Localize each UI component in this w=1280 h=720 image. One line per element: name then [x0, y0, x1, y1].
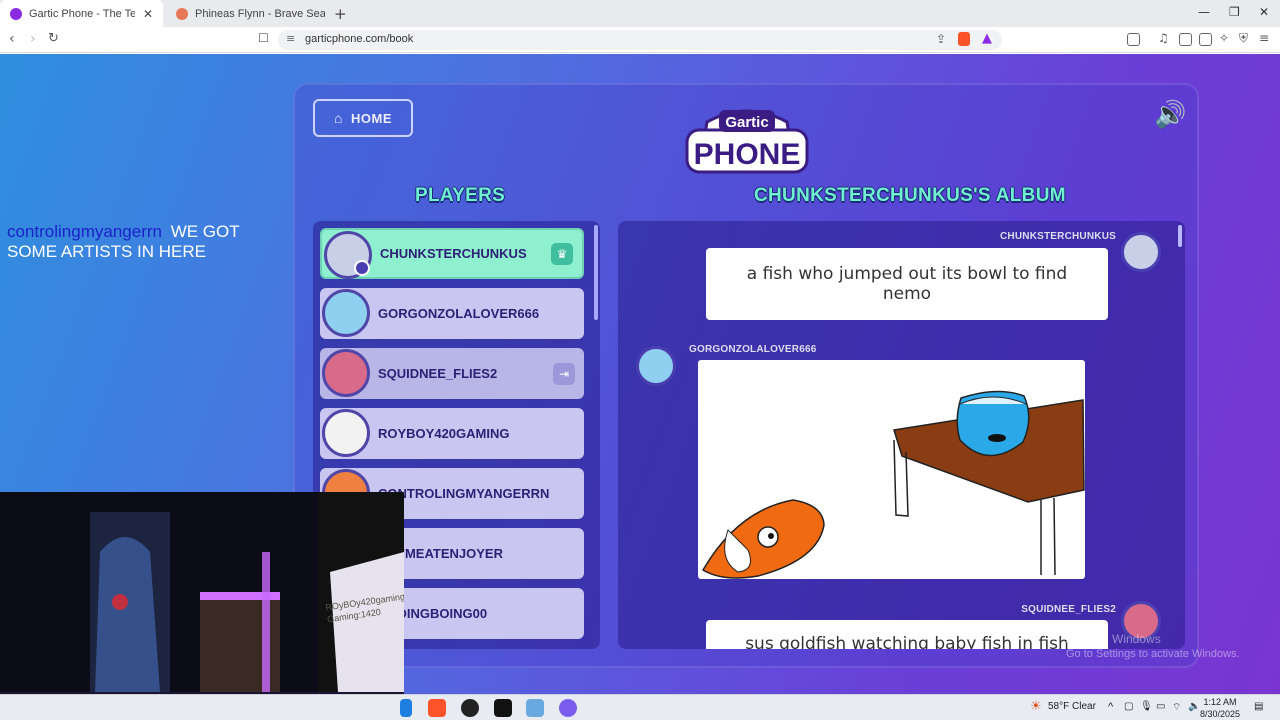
exit-icon: ⇥ [553, 362, 575, 385]
wallet-icon[interactable] [1199, 33, 1212, 46]
logo-bottom-text: PHONE [694, 138, 801, 171]
menu-icon[interactable]: ≡ [1259, 31, 1269, 45]
media-icon[interactable]: ♫ [1158, 31, 1169, 45]
player-row[interactable]: GORGONZOLALOVER666 [320, 288, 584, 339]
monster-avatar [636, 346, 676, 386]
site-settings-icon[interactable]: ≡ [286, 32, 295, 45]
obs-icon[interactable] [461, 699, 479, 717]
vpn-icon[interactable]: ⛨ [1239, 31, 1248, 46]
tab-bar: Gartic Phone - The Telephone Game ✕ Phin… [0, 0, 1280, 27]
minimize-icon[interactable]: — [1198, 5, 1210, 19]
network-icon[interactable]: ▢ [1124, 701, 1133, 712]
brave-rewards-icon[interactable]: ▲ [982, 31, 992, 46]
tab-brave-search[interactable]: Phineas Flynn - Brave Search [166, 0, 326, 27]
weather-icon: ☀ [1030, 698, 1042, 713]
tab-gartic-phone[interactable]: Gartic Phone - The Telephone Game ✕ [0, 0, 163, 27]
share-icon[interactable]: ⇪ [936, 32, 946, 46]
restore-icon[interactable]: ❐ [1229, 5, 1240, 19]
drawing-canvas [701, 390, 1085, 579]
weather-desc[interactable]: Clear [1072, 701, 1096, 712]
brave-shields-icon[interactable] [958, 32, 970, 46]
brave-favicon-icon [176, 7, 188, 20]
players-scrollbar[interactable] [594, 225, 598, 320]
windows-taskbar: ☀ 58°F Clear ^ ▢ 🎙 ▭ ⌔ 🔈 1:12 AM 8/30/20… [0, 694, 1280, 720]
sidebar-toggle-icon[interactable] [1127, 33, 1140, 46]
album-author: SQUIDNEE_FLIES2 [1021, 604, 1116, 615]
edge-icon[interactable] [400, 699, 412, 717]
speaker-icon[interactable]: 🔈 [1188, 701, 1200, 712]
files-icon[interactable] [526, 699, 544, 717]
album-heading: CHUNKSTERCHUNKUS'S ALBUM [754, 185, 1066, 206]
home-label: HOME [350, 110, 392, 126]
display-icon[interactable]: ▭ [1156, 701, 1165, 712]
logo-top-text: Gartic [725, 114, 768, 131]
knight-avatar [1121, 232, 1161, 272]
leo-ai-icon[interactable]: ✧ [1219, 31, 1229, 45]
player-name: CHUNKSTERCHUNKUS [380, 246, 527, 261]
new-tab-icon[interactable]: + [334, 5, 347, 23]
close-tab-icon[interactable]: ✕ [143, 7, 153, 21]
stream-chat-overlay: controlingmyangerrn WE GOT SOME ARTISTS … [7, 222, 287, 262]
player-drawing [698, 360, 1085, 579]
webcam-overlay: ROyBOy420gaming Gaming:1420 [0, 492, 404, 694]
player-name: ROYBOY420GAMING [378, 426, 510, 441]
tiktok-icon[interactable] [494, 699, 512, 717]
forward-icon[interactable]: › [30, 31, 36, 47]
you-indicator-icon [354, 260, 370, 276]
microphone-icon[interactable]: 🎙 [1140, 701, 1153, 712]
album-author: CHUNKSTERCHUNKUS [1000, 231, 1116, 242]
players-heading: PLAYERS [415, 185, 506, 206]
chat-username: controlingmyangerrn [7, 222, 162, 241]
chevron-up-icon[interactable]: ^ [1108, 701, 1113, 713]
watermark-line1: Activate Windows [1066, 632, 1161, 646]
album-author: GORGONZOLALOVER666 [689, 344, 817, 355]
album-scrollbar[interactable] [1178, 225, 1182, 247]
player-row[interactable]: ROYBOY420GAMING [320, 408, 584, 459]
reader-icon[interactable] [1179, 33, 1192, 46]
album-feed: CHUNKSTERCHUNKUS a fish who jumped out i… [618, 221, 1185, 649]
gartic-favicon-icon [10, 7, 22, 20]
clock-date: 8/30/2025 [1200, 709, 1241, 719]
clock-time: 1:12 AM [1203, 697, 1237, 707]
game-page: controlingmyangerrn WE GOT SOME ARTISTS … [0, 54, 1280, 694]
tab-title: Gartic Phone - The Telephone Game [29, 7, 135, 20]
watermark-line2: Go to Settings to activate Windows. [1066, 648, 1240, 660]
back-icon[interactable]: ‹ [9, 31, 15, 47]
crown-icon: ♛ [551, 242, 573, 265]
bookmark-icon[interactable]: ☐ [258, 31, 269, 45]
app-icon[interactable] [559, 699, 577, 717]
close-window-icon[interactable]: ✕ [1259, 5, 1269, 19]
clock[interactable]: 1:12 AM 8/30/2025 [1200, 696, 1240, 720]
url-field[interactable]: ≡ garticphone.com/book ⇪ ▲ [278, 30, 1002, 50]
reload-icon[interactable]: ↻ [48, 31, 59, 46]
player-row[interactable]: SQUIDNEE_FLIES2 ⇥ [320, 348, 584, 399]
brave-taskbar-icon[interactable] [428, 699, 446, 717]
squid-avatar [322, 349, 370, 397]
gartic-phone-logo: Gartic PHONE [685, 109, 809, 174]
notifications-icon[interactable]: ▤ [1254, 701, 1263, 712]
webcam-feed [0, 492, 404, 694]
home-button[interactable]: ⌂ HOME [313, 99, 413, 137]
address-bar: ‹ › ↻ ☐ ≡ garticphone.com/book ⇪ ▲ ♫ ✧ ⛨… [0, 27, 1280, 53]
phrase-bubble: sus goldfish watching baby fish in fish [706, 620, 1108, 649]
wifi-icon[interactable]: ⌔ [1172, 701, 1181, 714]
monster-avatar [322, 289, 370, 337]
tab-title: Phineas Flynn - Brave Search [195, 7, 325, 20]
url-text: garticphone.com/book [305, 33, 414, 45]
chef-avatar [322, 409, 370, 457]
activate-windows-watermark: Activate Windows Go to Settings to activ… [1066, 632, 1240, 662]
player-name: GORGONZOLALOVER666 [378, 306, 540, 321]
home-icon: ⌂ [334, 110, 343, 126]
player-name: SQUIDNEE_FLIES2 [378, 366, 498, 381]
player-row[interactable]: CHUNKSTERCHUNKUS ♛ [320, 228, 584, 279]
weather-temp[interactable]: 58°F [1048, 701, 1069, 712]
volume-icon[interactable]: 🔊 [1154, 100, 1188, 130]
phrase-bubble: a fish who jumped out its bowl to find n… [706, 248, 1108, 320]
